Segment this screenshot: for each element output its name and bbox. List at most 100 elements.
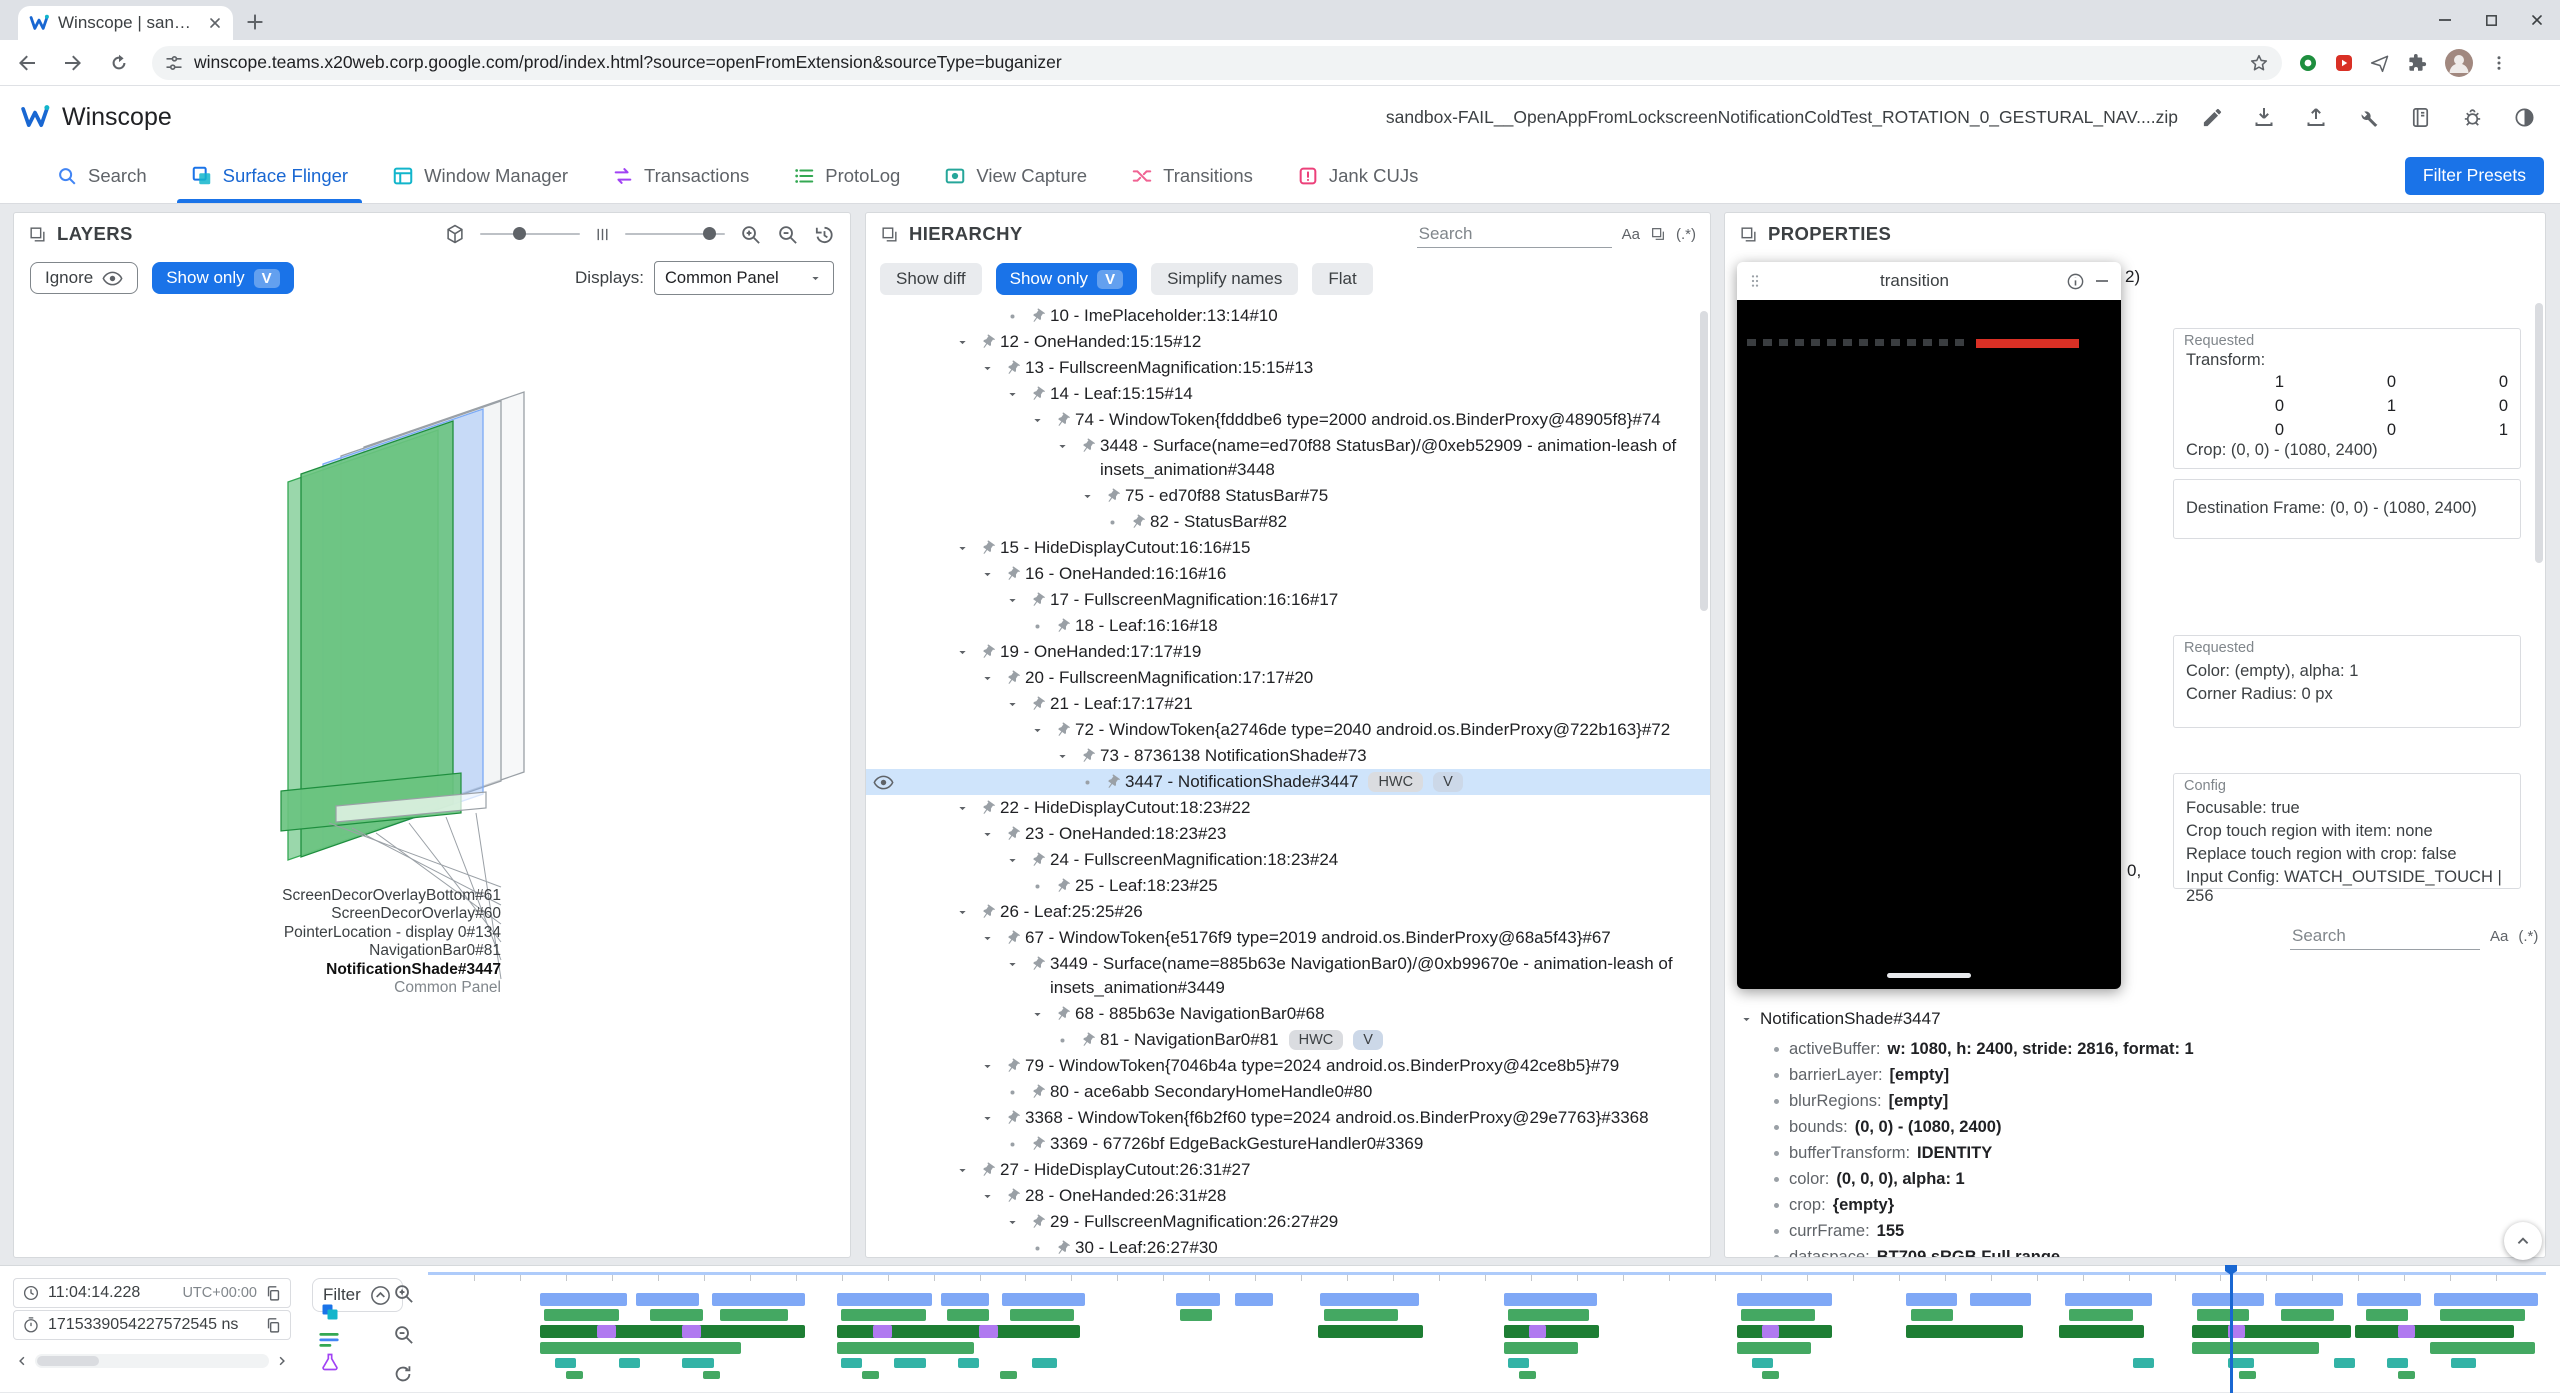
extension-icon-plane[interactable] bbox=[2370, 53, 2390, 73]
reload-button[interactable] bbox=[100, 44, 138, 82]
browser-menu-icon[interactable] bbox=[2490, 54, 2508, 72]
timeline-segment[interactable] bbox=[2355, 1325, 2514, 1338]
timeline-segment[interactable] bbox=[703, 1371, 720, 1379]
tools-button[interactable] bbox=[2350, 99, 2386, 135]
tab-surface-flinger[interactable]: Surface Flinger bbox=[169, 148, 370, 203]
layer-label[interactable]: ScreenDecorOverlayBottom#61 bbox=[14, 887, 501, 905]
tree-node[interactable]: 19 - OneHanded:17:17#19 bbox=[866, 639, 1710, 665]
chevron-down-icon[interactable] bbox=[1025, 1002, 1049, 1022]
pin-icon[interactable] bbox=[1049, 718, 1075, 739]
timeline-segment[interactable] bbox=[2398, 1325, 2415, 1338]
pin-icon[interactable] bbox=[999, 666, 1025, 687]
timeline-segment[interactable] bbox=[566, 1371, 583, 1379]
timeline-segment[interactable] bbox=[1324, 1309, 1398, 1321]
tree-node[interactable]: 18 - Leaf:16:16#18 bbox=[866, 613, 1710, 639]
timeline-segment[interactable] bbox=[1318, 1325, 1424, 1338]
url-bar[interactable]: winscope.teams.x20web.corp.google.com/pr… bbox=[152, 46, 2282, 80]
pin-icon[interactable] bbox=[1074, 744, 1100, 765]
hierarchy-scrollbar[interactable] bbox=[1700, 311, 1708, 611]
timeline-segment[interactable] bbox=[712, 1293, 805, 1306]
property-row[interactable]: activeBuffer:w: 1080, h: 2400, stride: 2… bbox=[1725, 1036, 2535, 1062]
panel-icon[interactable] bbox=[1739, 225, 1758, 244]
tab-transitions[interactable]: Transitions bbox=[1109, 148, 1275, 203]
pin-icon[interactable] bbox=[1099, 484, 1125, 505]
chevron-down-icon[interactable] bbox=[1025, 408, 1049, 428]
timeline-segment[interactable] bbox=[540, 1293, 627, 1306]
pin-icon[interactable] bbox=[1049, 1002, 1075, 1023]
pin-icon[interactable] bbox=[974, 900, 1000, 921]
expand-timeline-button[interactable] bbox=[2504, 1222, 2542, 1260]
chevron-down-icon[interactable] bbox=[1000, 382, 1024, 402]
timeline-zoom-out-icon[interactable] bbox=[392, 1323, 415, 1346]
pin-icon[interactable] bbox=[1099, 770, 1125, 791]
timeline-segment[interactable] bbox=[1032, 1358, 1057, 1368]
tree-node[interactable]: 3449 - Surface(name=885b63e NavigationBa… bbox=[866, 951, 1710, 1001]
scroll-thumb[interactable] bbox=[37, 1356, 99, 1366]
timeline-segment[interactable] bbox=[2334, 1358, 2355, 1368]
pin-icon[interactable] bbox=[1049, 614, 1075, 635]
chevron-down-icon[interactable] bbox=[950, 900, 974, 920]
tree-node[interactable]: 3369 - 67726bf EdgeBackGestureHandler0#3… bbox=[866, 1131, 1710, 1157]
new-tab-button[interactable] bbox=[245, 12, 265, 32]
selected-node-row[interactable]: NotificationShade#3447 bbox=[1739, 1006, 1941, 1032]
pin-icon[interactable] bbox=[999, 822, 1025, 843]
property-row[interactable]: currFrame:155 bbox=[1725, 1218, 2535, 1244]
chevron-down-icon[interactable] bbox=[950, 796, 974, 816]
timeline-segment[interactable] bbox=[1737, 1325, 1832, 1338]
forward-button[interactable] bbox=[54, 44, 92, 82]
site-settings-icon[interactable] bbox=[164, 53, 184, 73]
layers-3d-view[interactable] bbox=[14, 301, 850, 1258]
timeline-segment[interactable] bbox=[619, 1358, 640, 1368]
timeline-segment[interactable] bbox=[2357, 1293, 2421, 1306]
tree-node[interactable]: 14 - Leaf:15:15#14 bbox=[866, 381, 1710, 407]
back-button[interactable] bbox=[8, 44, 46, 82]
tree-node[interactable]: 67 - WindowToken{e5176f9 type=2019 andro… bbox=[866, 925, 1710, 951]
chevron-down-icon[interactable] bbox=[975, 356, 999, 376]
show-only-visible-toggle[interactable]: Show only V bbox=[152, 262, 293, 294]
timeline-segment[interactable] bbox=[2434, 1293, 2538, 1306]
chevron-down-icon[interactable] bbox=[950, 1158, 974, 1178]
regex-icon[interactable]: (.*) bbox=[1676, 226, 1696, 243]
tab-transactions[interactable]: Transactions bbox=[590, 148, 771, 203]
copy-ns-icon[interactable] bbox=[265, 1317, 282, 1334]
timeline-segment[interactable] bbox=[1000, 1371, 1017, 1379]
pin-icon[interactable] bbox=[974, 536, 1000, 557]
pin-icon[interactable] bbox=[999, 562, 1025, 583]
chevron-down-icon[interactable] bbox=[975, 1184, 999, 1204]
timeline-segment[interactable] bbox=[1508, 1358, 1529, 1368]
tree-node[interactable]: 22 - HideDisplayCutout:18:23#22 bbox=[866, 795, 1710, 821]
regex-icon[interactable]: (.*) bbox=[2518, 928, 2538, 945]
pin-icon[interactable] bbox=[1024, 692, 1050, 713]
timeline-segment[interactable] bbox=[1320, 1293, 1420, 1306]
property-row[interactable]: bounds:(0, 0) - (1080, 2400) bbox=[1725, 1114, 2535, 1140]
window-close-button[interactable] bbox=[2514, 0, 2560, 40]
timeline-cursor[interactable] bbox=[2230, 1268, 2233, 1393]
tree-node[interactable]: 81 - NavigationBar0#81HWCV bbox=[866, 1027, 1710, 1053]
chevron-down-icon[interactable] bbox=[1025, 718, 1049, 738]
timeline-segment[interactable] bbox=[2398, 1371, 2415, 1379]
window-maximize-button[interactable] bbox=[2468, 0, 2514, 40]
property-row[interactable]: bufferTransform:IDENTITY bbox=[1725, 1140, 2535, 1166]
copy-time-icon[interactable] bbox=[265, 1285, 282, 1302]
chevron-down-icon[interactable] bbox=[1075, 484, 1099, 504]
timeline-segment[interactable] bbox=[1504, 1325, 1599, 1338]
timeline-segment[interactable] bbox=[540, 1342, 741, 1354]
timeline-segment[interactable] bbox=[2430, 1342, 2536, 1354]
tab-protolog[interactable]: ProtoLog bbox=[771, 148, 922, 203]
pin-icon[interactable] bbox=[1074, 1028, 1100, 1049]
timeline-segment[interactable] bbox=[1762, 1325, 1779, 1338]
pin-icon[interactable] bbox=[1024, 304, 1050, 325]
pin-icon[interactable] bbox=[1074, 434, 1100, 455]
profile-avatar[interactable] bbox=[2444, 48, 2474, 78]
tree-node[interactable]: 16 - OneHanded:16:16#16 bbox=[866, 561, 1710, 587]
rotation-slider[interactable] bbox=[480, 233, 580, 235]
pin-icon[interactable] bbox=[1024, 1132, 1050, 1153]
timeline-segment[interactable] bbox=[682, 1325, 701, 1338]
show-diff-toggle[interactable]: Show diff bbox=[880, 263, 982, 295]
spacing-slider[interactable] bbox=[625, 233, 725, 235]
reset-view-icon[interactable] bbox=[813, 223, 836, 246]
property-row[interactable]: crop:{empty} bbox=[1725, 1192, 2535, 1218]
timeline-scrollbar[interactable] bbox=[13, 1349, 291, 1373]
timeline-segment[interactable] bbox=[2387, 1358, 2408, 1368]
timeline-segment[interactable] bbox=[1010, 1309, 1074, 1321]
